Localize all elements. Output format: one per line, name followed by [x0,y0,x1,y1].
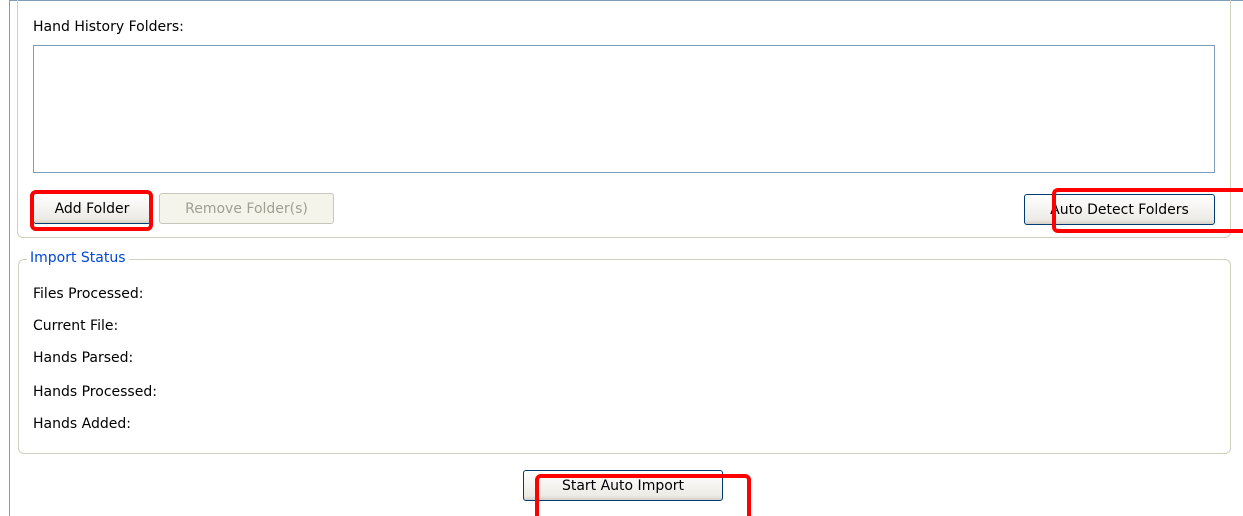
import-status-legend: Import Status [27,250,129,266]
start-auto-import-button[interactable]: Start Auto Import [523,470,723,501]
current-file-label: Current File: [33,318,119,334]
hands-parsed-label: Hands Parsed: [33,350,134,366]
auto-detect-folders-button[interactable]: Auto Detect Folders [1024,194,1215,225]
import-status-group [18,259,1231,454]
hand-history-folders-label: Hand History Folders: [33,19,184,35]
window-left-border [9,0,10,516]
hands-added-label: Hands Added: [33,416,131,432]
remove-folders-button[interactable]: Remove Folder(s) [159,193,334,224]
hand-history-folders-list[interactable] [33,45,1215,173]
add-folder-button[interactable]: Add Folder [33,193,151,224]
files-processed-label: Files Processed: [33,286,144,302]
hands-processed-label: Hands Processed: [33,384,157,400]
